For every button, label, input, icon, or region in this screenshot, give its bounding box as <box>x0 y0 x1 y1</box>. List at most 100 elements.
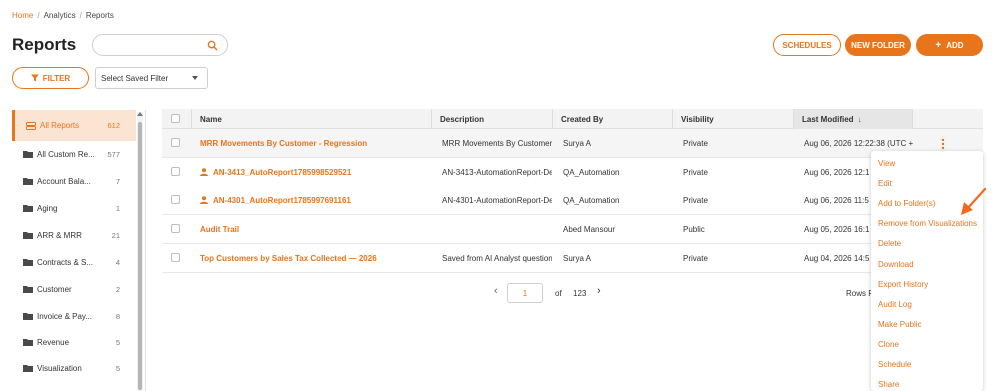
menu-item-edit[interactable]: Edit <box>878 179 892 188</box>
menu-item-clone[interactable]: Clone <box>878 340 899 349</box>
report-name-link[interactable]: MRR Movements By Customer - Regression <box>200 129 430 157</box>
table-header: Name Description Created By Visibility L… <box>162 109 983 129</box>
sidebar-item-revenue[interactable]: Revenue 5 <box>12 329 136 355</box>
sidebar-scrollbar[interactable] <box>137 112 143 391</box>
sidebar-item-arr-mrr[interactable]: ARR & MRR 21 <box>12 222 136 248</box>
report-name: AN-4301_AutoReport1785997691161 <box>213 195 351 205</box>
sidebar-item-all-reports[interactable]: All Reports 612 <box>12 110 136 141</box>
sidebar-item-count: 2 <box>115 284 120 294</box>
add-button-label: ADD <box>946 40 964 50</box>
schedules-button-label: SCHEDULES <box>782 40 832 50</box>
saved-filter-value: Select Saved Filter <box>101 74 169 83</box>
menu-item-export-history[interactable]: Export History <box>878 280 928 289</box>
breadcrumb: Home / Analytics / Reports <box>12 11 114 20</box>
sidebar-item-visualization[interactable]: Visualization 5 <box>12 355 136 381</box>
menu-item-delete[interactable]: Delete <box>878 239 901 248</box>
sidebar-item-contracts[interactable]: Contracts & S... 4 <box>12 249 136 275</box>
sidebar-item-label: Customer <box>37 284 72 294</box>
sidebar-item-count: 5 <box>115 337 120 347</box>
sort-descending-icon: ↓ <box>857 114 862 124</box>
folder-icon <box>23 365 33 372</box>
sidebar-item-count: 4 <box>115 257 120 267</box>
menu-item-remove-from-visualizations[interactable]: Remove from Visualizations <box>878 219 977 228</box>
more-options-icon[interactable] <box>941 138 945 150</box>
report-description: Saved from AI Analyst question <box>442 253 552 263</box>
next-page-button[interactable]: › <box>597 285 601 297</box>
add-button[interactable]: + ADD <box>916 34 983 56</box>
new-folder-button[interactable]: NEW FOLDER <box>845 34 911 56</box>
scrollbar-thumb[interactable] <box>138 122 142 390</box>
breadcrumb-analytics[interactable]: Analytics <box>44 11 76 20</box>
menu-item-download[interactable]: Download <box>878 260 914 269</box>
sidebar-item-count: 7 <box>115 176 120 186</box>
rows-per-page-label: Rows P <box>846 289 874 298</box>
filter-button-label: FILTER <box>42 73 71 83</box>
row-checkbox[interactable] <box>171 195 180 204</box>
filter-icon <box>30 74 39 82</box>
report-description <box>442 215 552 243</box>
report-name-link[interactable]: AN-3413_AutoReport1785998529521 <box>200 158 430 186</box>
table-row[interactable]: Top Customers by Sales Tax Collected — 2… <box>162 244 983 273</box>
table-row[interactable]: Audit Trail Abed Mansour Public Aug 05, … <box>162 215 983 244</box>
report-created-by: QA_Automation <box>563 195 620 205</box>
select-all-checkbox[interactable] <box>171 114 180 123</box>
sidebar-item-count: 21 <box>111 230 120 240</box>
sidebar-item-all-custom[interactable]: All Custom Re... 577 <box>12 141 136 167</box>
column-header-last-modified[interactable]: Last Modified ↓ <box>794 109 913 129</box>
sidebar: All Reports 612 All Custom Re... 577 Acc… <box>12 110 146 391</box>
page-title: Reports <box>12 35 77 54</box>
report-last-modified: Aug 06, 2026 11:5 <box>804 195 869 205</box>
plus-icon: + <box>935 39 942 51</box>
menu-item-share[interactable]: Share <box>878 380 899 389</box>
report-name-link[interactable]: Audit Trail <box>200 215 430 243</box>
column-header-name[interactable]: Name <box>192 109 432 129</box>
folder-icon <box>23 178 33 185</box>
saved-filter-select[interactable]: Select Saved Filter <box>95 67 208 89</box>
menu-item-audit-log[interactable]: Audit Log <box>878 300 912 309</box>
sidebar-item-count: 612 <box>107 121 120 130</box>
table-row[interactable]: AN-4301_AutoReport1785997691161 AN-4301-… <box>162 186 983 215</box>
page-number-input[interactable] <box>507 283 543 303</box>
report-name-link[interactable]: Top Customers by Sales Tax Collected — 2… <box>200 244 430 272</box>
breadcrumb-home[interactable]: Home <box>12 11 33 20</box>
menu-item-schedule[interactable]: Schedule <box>878 360 911 369</box>
breadcrumb-separator: / <box>37 11 40 20</box>
row-checkbox[interactable] <box>171 167 180 176</box>
sidebar-item-label: Contracts & S... <box>37 257 94 267</box>
scroll-up-icon[interactable] <box>137 112 143 116</box>
search-input[interactable] <box>103 39 203 52</box>
report-name: MRR Movements By Customer - Regression <box>200 138 368 148</box>
search-box[interactable] <box>92 34 228 56</box>
report-description: MRR Movements By Customer <box>442 138 552 148</box>
menu-item-make-public[interactable]: Make Public <box>878 320 922 329</box>
sidebar-item-aging[interactable]: Aging 1 <box>12 195 136 221</box>
search-icon[interactable] <box>207 40 218 51</box>
folder-icon <box>23 205 33 212</box>
report-visibility: Public <box>683 224 705 234</box>
column-header-visibility[interactable]: Visibility <box>673 109 794 129</box>
folder-icon <box>23 232 33 239</box>
table-row[interactable]: MRR Movements By Customer - Regression M… <box>162 129 983 158</box>
column-header-description[interactable]: Description <box>432 109 553 129</box>
row-checkbox[interactable] <box>171 138 180 147</box>
schedules-button[interactable]: SCHEDULES <box>773 34 841 56</box>
sidebar-item-count: 5 <box>115 363 120 373</box>
filter-button[interactable]: FILTER <box>12 67 89 89</box>
report-name: AN-3413_AutoReport1785998529521 <box>213 167 352 177</box>
previous-page-button[interactable]: ‹ <box>494 285 498 297</box>
sidebar-item-invoice[interactable]: Invoice & Pay... 8 <box>12 303 136 329</box>
stack-icon <box>26 121 36 130</box>
column-header-created-by[interactable]: Created By <box>553 109 673 129</box>
sidebar-item-account-balance[interactable]: Account Bala... 7 <box>12 168 136 194</box>
menu-item-view[interactable]: View <box>878 159 895 168</box>
report-created-by: Abed Mansour <box>563 224 616 234</box>
report-visibility: Private <box>683 138 708 148</box>
report-name-link[interactable]: AN-4301_AutoReport1785997691161 <box>200 186 430 214</box>
row-checkbox[interactable] <box>171 224 180 233</box>
menu-item-add-to-folder[interactable]: Add to Folder(s) <box>878 199 935 208</box>
sidebar-item-customer[interactable]: Customer 2 <box>12 276 136 302</box>
sidebar-item-label: Invoice & Pay... <box>37 311 92 321</box>
row-checkbox[interactable] <box>171 253 180 262</box>
report-last-modified: Aug 05, 2026 16:1 <box>804 224 870 234</box>
table-row[interactable]: AN-3413_AutoReport1785998529521 AN-3413-… <box>162 158 983 187</box>
